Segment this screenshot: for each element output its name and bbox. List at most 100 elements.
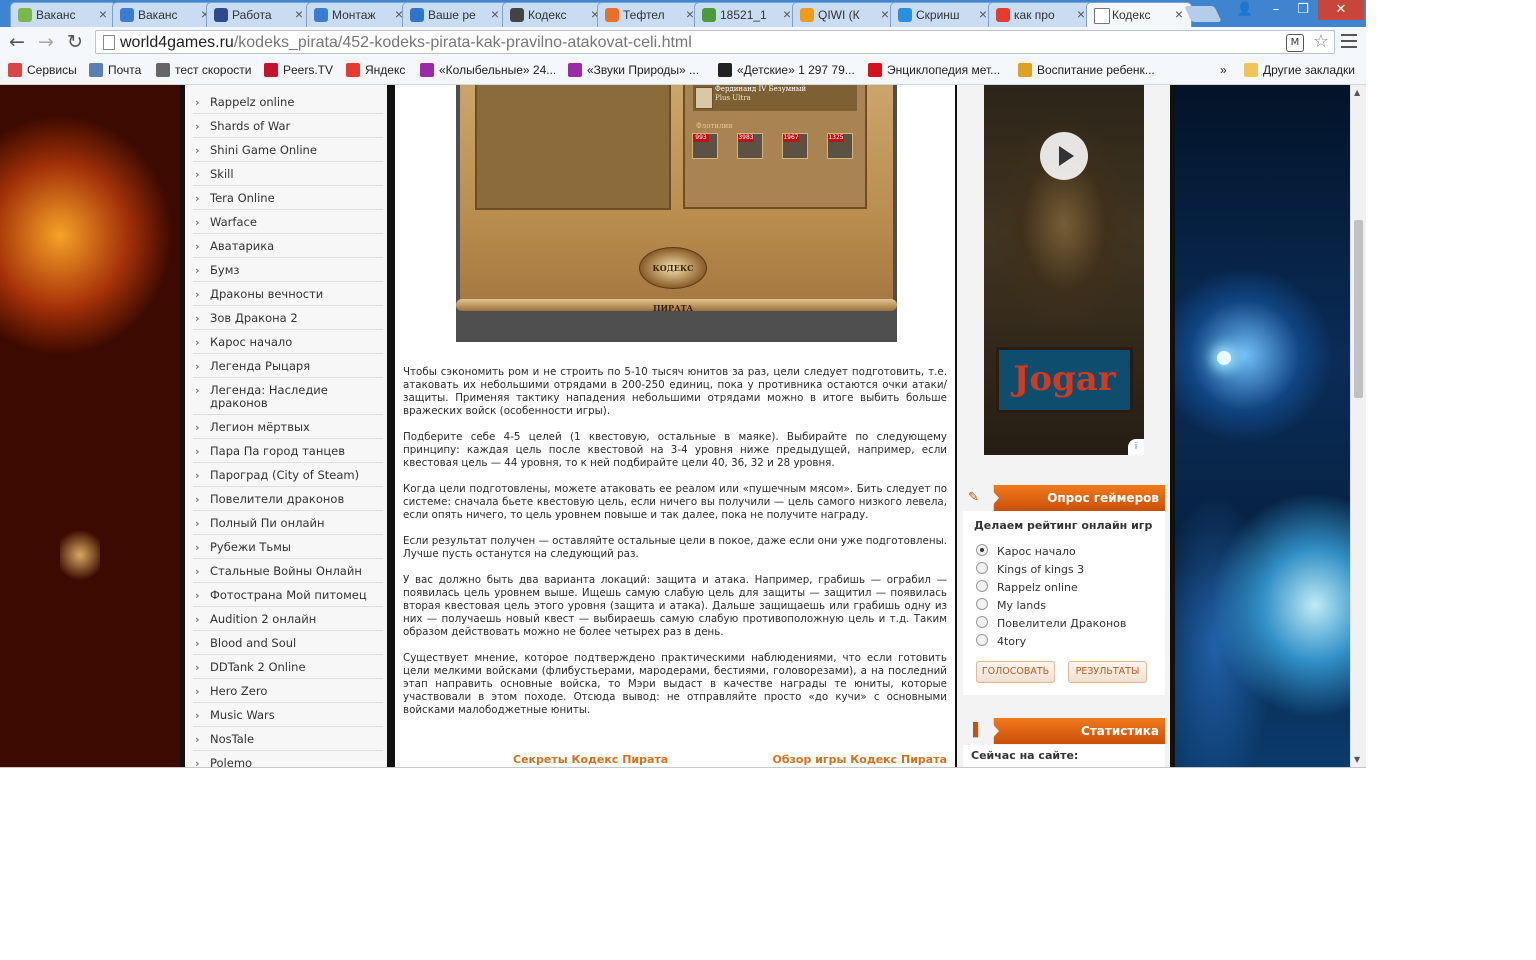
tab-close-icon[interactable]: ×: [491, 6, 499, 22]
tab-close-icon[interactable]: ×: [295, 6, 303, 22]
radio-button[interactable]: [976, 580, 988, 592]
tab-close-icon[interactable]: ×: [686, 6, 694, 22]
sidebar-menu-item[interactable]: › Audition 2 онлайн: [193, 607, 383, 631]
tab-close-icon[interactable]: ×: [1175, 6, 1183, 22]
sidebar-menu-item[interactable]: › Music Wars: [193, 703, 383, 727]
sidebar-menu-item[interactable]: › Полный Пи онлайн: [193, 511, 383, 535]
scroll-thumb[interactable]: [1354, 220, 1363, 398]
bookmark-item[interactable]: тест скорости: [156, 63, 251, 77]
radio-button[interactable]: [976, 544, 988, 556]
tab-9[interactable]: QIWI (К ×: [792, 2, 898, 27]
ad-jogar-button[interactable]: Jogar: [996, 347, 1133, 413]
bookmark-star-icon[interactable]: ☆: [1313, 31, 1329, 52]
bookmark-item[interactable]: Peers.TV: [264, 63, 333, 77]
results-button[interactable]: РЕЗУЛЬТАТЫ: [1068, 661, 1147, 683]
sidebar-menu-item[interactable]: › Стальные Войны Онлайн: [193, 559, 383, 583]
bookmarks-overflow[interactable]: »: [1220, 63, 1227, 77]
tab-favicon-icon: [605, 8, 619, 22]
sidebar-menu-item[interactable]: › Фотострана Мой питомец: [193, 583, 383, 607]
poll-option[interactable]: 4tory: [976, 634, 1026, 648]
sidebar-menu-item[interactable]: › Повелители драконов: [193, 487, 383, 511]
sidebar-menu-item[interactable]: › Warface: [193, 210, 383, 234]
sidebar-menu-item[interactable]: › Hero Zero: [193, 679, 383, 703]
tab-3[interactable]: Работа ×: [206, 2, 312, 27]
sidebar-menu-item[interactable]: › Карос начало: [193, 330, 383, 354]
tab-12[interactable]: Кодекс ×: [1086, 2, 1192, 28]
other-bookmarks[interactable]: Другие закладки: [1244, 63, 1355, 77]
sidebar-menu-item[interactable]: › Легион мёртвых: [193, 415, 383, 439]
poll-option[interactable]: Kings of kings 3: [976, 562, 1084, 576]
bookmark-item[interactable]: Яндекс: [346, 63, 405, 77]
sidebar-menu-item[interactable]: › NosTale: [193, 727, 383, 751]
bookmark-item[interactable]: «Детские» 1 297 79...: [718, 63, 855, 77]
sidebar-menu-item[interactable]: › Легенда: Наследие драконов: [193, 378, 383, 415]
sidebar-menu-item[interactable]: › Драконы вечности: [193, 282, 383, 306]
tab-2[interactable]: Ваканс ×: [112, 2, 218, 27]
sidebar-menu-item[interactable]: › Легенда Рыцаря: [193, 354, 383, 378]
poll-option[interactable]: Rappelz online: [976, 580, 1078, 594]
tab-11[interactable]: как про ×: [988, 2, 1094, 27]
minimize-button[interactable]: –: [1264, 0, 1288, 20]
prev-article-link[interactable]: Секреты Кодекс Пирата: [513, 753, 668, 766]
sidebar-menu-item[interactable]: › Пароград (City of Steam): [193, 463, 383, 487]
bookmark-item[interactable]: Воспитание ребенк...: [1018, 63, 1155, 77]
new-tab-button[interactable]: [1184, 6, 1222, 22]
sidebar-menu-item[interactable]: › Аватарика: [193, 234, 383, 258]
sidebar-menu-label: Hero Zero: [210, 684, 268, 698]
sidebar-menu-item[interactable]: › Зов Дракона 2: [193, 306, 383, 330]
tab-4[interactable]: Монтаж ×: [306, 2, 412, 27]
tab-8[interactable]: 18521_1 ×: [694, 2, 800, 27]
address-bar[interactable]: world4games.ru/kodeks_pirata/452-kodeks-…: [95, 30, 1335, 54]
tab-1[interactable]: Ваканс ×: [10, 2, 116, 27]
radio-button[interactable]: [976, 562, 988, 574]
poll-option[interactable]: My lands: [976, 598, 1046, 612]
video-ad[interactable]: Jogar i: [984, 85, 1144, 455]
poll-option[interactable]: Карос начало: [976, 544, 1076, 558]
sidebar-menu-item[interactable]: › DDTank 2 Online: [193, 655, 383, 679]
tab-close-icon[interactable]: ×: [99, 6, 107, 22]
tab-close-icon[interactable]: ×: [783, 6, 791, 22]
sidebar-menu-item[interactable]: › Polemo: [193, 751, 383, 768]
forward-button[interactable]: →: [35, 31, 57, 53]
tab-close-icon[interactable]: ×: [979, 6, 987, 22]
scroll-up-icon[interactable]: ▲: [1354, 88, 1360, 97]
ad-info-icon[interactable]: i: [1128, 439, 1144, 455]
radio-button[interactable]: [976, 616, 988, 628]
tab-5[interactable]: Ваше ре ×: [402, 2, 508, 27]
sidebar-menu-item[interactable]: › Shards of War: [193, 114, 383, 138]
reload-button[interactable]: ↻: [64, 31, 86, 53]
sidebar-menu-item[interactable]: › Blood and Soul: [193, 631, 383, 655]
poll-option[interactable]: Повелители Драконов: [976, 616, 1126, 630]
chrome-menu-icon[interactable]: [1341, 34, 1357, 48]
tab-close-icon[interactable]: ×: [881, 6, 889, 22]
tab-10[interactable]: Скринш ×: [890, 2, 996, 27]
tab-7[interactable]: Тефтел ×: [597, 2, 703, 27]
radio-button[interactable]: [976, 598, 988, 610]
close-window-button[interactable]: ✕: [1318, 0, 1364, 20]
vote-button[interactable]: ГОЛОСОВАТЬ: [976, 661, 1055, 683]
next-article-link[interactable]: Обзор игры Кодекс Пирата: [772, 753, 947, 766]
sidebar-menu-item[interactable]: › Skill: [193, 162, 383, 186]
user-icon[interactable]: 👤: [1231, 0, 1259, 20]
tab-strip: Ваканс × Ваканс × Работа × Монтаж × Ваше ре × Коде…: [0, 0, 1366, 28]
page-scrollbar[interactable]: ▲ ▼: [1350, 85, 1366, 767]
bookmark-item[interactable]: Почта: [89, 63, 141, 77]
sidebar-menu-item[interactable]: › Бумз: [193, 258, 383, 282]
bookmark-item[interactable]: «Звуки Природы» ...: [568, 63, 699, 77]
sidebar-menu-item[interactable]: › Rappelz online: [193, 90, 383, 114]
sidebar-menu-item[interactable]: › Tera Online: [193, 186, 383, 210]
extension-icon[interactable]: M: [1286, 34, 1304, 52]
tab-6[interactable]: Кодекс ×: [502, 2, 608, 27]
bookmark-item[interactable]: «Колыбельные» 24...: [420, 63, 556, 77]
sidebar-menu-item[interactable]: › Shini Game Online: [193, 138, 383, 162]
play-icon[interactable]: [1040, 132, 1088, 180]
sidebar-menu-item[interactable]: › Рубежи Тьмы: [193, 535, 383, 559]
tab-close-icon[interactable]: ×: [1077, 6, 1085, 22]
bookmark-item[interactable]: Энциклопедия мет...: [868, 63, 1000, 77]
scroll-down-icon[interactable]: ▼: [1354, 755, 1360, 764]
maximize-button[interactable]: ❐: [1290, 0, 1316, 20]
bookmark-item[interactable]: Сервисы: [8, 63, 77, 77]
sidebar-menu-item[interactable]: › Пара Па город танцев: [193, 439, 383, 463]
radio-button[interactable]: [976, 634, 988, 646]
back-button[interactable]: ←: [6, 31, 28, 53]
